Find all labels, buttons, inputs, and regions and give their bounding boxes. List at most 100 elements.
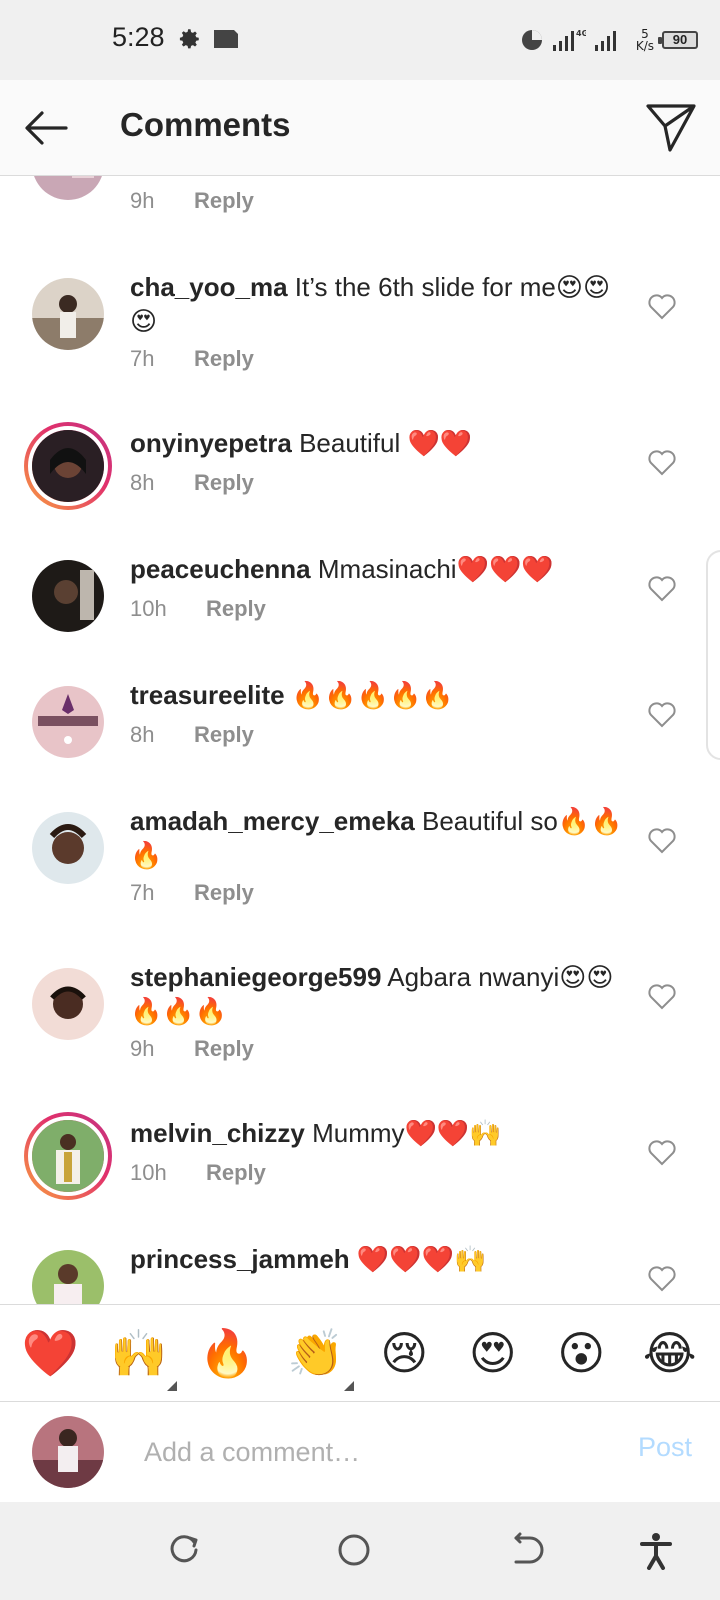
edge-panel-handle[interactable] (706, 550, 720, 760)
like-heart-icon[interactable] (648, 294, 676, 320)
reply-button[interactable]: Reply (194, 1036, 254, 1062)
reply-button[interactable]: Reply (206, 596, 266, 622)
comments-list[interactable]: 9h Reply cha_yoo_ma It’s the 6th slide f… (0, 176, 720, 1304)
signal-strength-2-icon (594, 31, 616, 51)
comment-item: peaceuchenna Mmasinachi❤️❤️❤️ 10h Reply (0, 552, 720, 652)
comment-username[interactable]: melvin_chizzy (130, 1118, 305, 1148)
comment-item: princess_jammeh ❤️❤️❤️🙌 (0, 1242, 720, 1304)
like-heart-icon[interactable] (648, 984, 676, 1010)
like-heart-icon[interactable] (648, 450, 676, 476)
like-heart-icon[interactable] (648, 828, 676, 854)
comment-meta: 10h Reply (130, 596, 266, 622)
emoji-fire[interactable]: 🔥 (187, 1323, 267, 1383)
avatar[interactable] (24, 804, 112, 892)
back-nav-icon[interactable] (506, 1530, 546, 1570)
comments-header: Comments (0, 80, 720, 176)
like-heart-icon[interactable] (648, 576, 676, 602)
comment-item: 9h Reply (0, 176, 720, 246)
battery-level: 90 (658, 31, 698, 49)
home-circle-icon[interactable] (334, 1530, 374, 1570)
status-bar: 5:28 4G 5 K/s 90 (0, 0, 720, 80)
status-indicators: 4G 5 K/s 90 (520, 22, 698, 58)
comment-body: peaceuchenna Mmasinachi❤️❤️❤️ (130, 552, 630, 586)
emoji-clapping-hands[interactable]: 👏 (276, 1323, 356, 1391)
comment-username[interactable]: peaceuchenna (130, 554, 311, 584)
avatar[interactable] (24, 176, 112, 208)
emoji-tears-of-joy[interactable]: 😂 (630, 1323, 710, 1383)
comment-time: 9h (130, 188, 155, 213)
page-title: Comments (120, 106, 291, 143)
comment-username[interactable]: amadah_mercy_emeka (130, 806, 415, 836)
data-saver-icon (521, 30, 542, 50)
network-speed-unit: K/s (635, 39, 654, 53)
comment-item: melvin_chizzy Mummy❤️❤️🙌 10h Reply (0, 1112, 720, 1216)
recent-apps-icon[interactable] (164, 1530, 204, 1570)
comment-meta: 7h Reply (130, 346, 254, 372)
comment-composer: Post (0, 1402, 720, 1502)
comment-meta: 8h Reply (130, 470, 254, 496)
like-heart-icon[interactable] (648, 1266, 676, 1292)
sim-card-icon (214, 30, 238, 48)
comment-meta: 9h Reply (130, 1036, 254, 1062)
avatar[interactable] (24, 552, 112, 640)
comment-message: 🔥🔥🔥🔥🔥 (291, 680, 454, 710)
comment-item: amadah_mercy_emeka Beautiful so🔥🔥🔥 7h Re… (0, 804, 720, 924)
comment-item: cha_yoo_ma It’s the 6th slide for me😍😍😍 … (0, 270, 720, 390)
emoji-heart-eyes[interactable]: 😍 (453, 1323, 533, 1383)
comment-username[interactable]: stephaniegeorge599 (130, 962, 381, 992)
comment-message: Mummy❤️❤️🙌 (312, 1118, 502, 1148)
signal-strength-icon: 4G (552, 29, 586, 51)
comment-time: 7h (130, 346, 155, 371)
like-heart-icon[interactable] (648, 702, 676, 728)
comment-message: Beautiful ❤️❤️ (299, 428, 473, 458)
story-ring[interactable] (24, 1112, 112, 1200)
comment-body: stephaniegeorge599 Agbara nwanyi😍😍🔥🔥🔥 (130, 960, 630, 1028)
comment-meta: 10h Reply (130, 1160, 266, 1186)
avatar[interactable] (24, 270, 112, 358)
reply-button[interactable]: Reply (194, 722, 254, 748)
reply-button[interactable]: Reply (206, 1160, 266, 1186)
emoji-quick-bar: ❤️ 🙌 🔥 👏 😢 😍 😮 😂 (0, 1304, 720, 1402)
comment-input[interactable] (144, 1428, 604, 1476)
skin-tone-indicator-icon (343, 1381, 354, 1391)
comment-body: princess_jammeh ❤️❤️❤️🙌 (130, 1242, 630, 1276)
avatar[interactable] (24, 960, 112, 1048)
emoji-red-heart[interactable]: ❤️ (10, 1323, 90, 1383)
emoji-surprised-face[interactable]: 😮 (541, 1323, 621, 1383)
avatar[interactable] (24, 422, 112, 510)
avatar[interactable] (24, 678, 112, 766)
emoji-raising-hands[interactable]: 🙌 (99, 1323, 179, 1391)
comment-username[interactable]: onyinyepetra (130, 428, 292, 458)
comment-meta: 9h Reply (130, 188, 254, 214)
reply-button[interactable]: Reply (194, 880, 254, 906)
like-heart-icon[interactable] (648, 1140, 676, 1166)
comment-item: treasureelite 🔥🔥🔥🔥🔥 8h Reply (0, 678, 720, 778)
comment-time: 9h (130, 1036, 155, 1061)
avatar[interactable] (24, 1112, 112, 1200)
comment-username[interactable]: cha_yoo_ma (130, 272, 288, 302)
emoji-clapping-hands-glyph: 👏 (287, 1326, 345, 1380)
current-user-avatar (32, 1416, 104, 1488)
settings-gear-icon (179, 29, 199, 49)
reply-button[interactable]: Reply (194, 188, 254, 214)
accessibility-icon[interactable] (636, 1530, 676, 1570)
direct-share-icon[interactable] (644, 100, 698, 154)
comment-item: onyinyepetra Beautiful ❤️❤️ 8h Reply (0, 422, 720, 526)
comment-time: 7h (130, 880, 155, 905)
reply-button[interactable]: Reply (194, 346, 254, 372)
back-arrow-icon[interactable] (18, 100, 74, 156)
comment-username[interactable]: treasureelite (130, 680, 285, 710)
reply-button[interactable]: Reply (194, 470, 254, 496)
comment-time: 8h (130, 722, 155, 747)
comment-username[interactable]: princess_jammeh (130, 1244, 350, 1274)
comment-meta: 7h Reply (130, 880, 254, 906)
comment-message: Mmasinachi❤️❤️❤️ (317, 554, 554, 584)
status-time: 5:28 (112, 22, 165, 52)
avatar[interactable] (24, 1242, 112, 1304)
comment-time: 10h (130, 1160, 167, 1185)
comment-message: ❤️❤️❤️🙌 (356, 1244, 487, 1274)
post-button[interactable]: Post (638, 1432, 692, 1463)
emoji-crying-face[interactable]: 😢 (364, 1323, 444, 1383)
comment-item: stephaniegeorge599 Agbara nwanyi😍😍🔥🔥🔥 9h… (0, 960, 720, 1080)
story-ring[interactable] (24, 422, 112, 510)
